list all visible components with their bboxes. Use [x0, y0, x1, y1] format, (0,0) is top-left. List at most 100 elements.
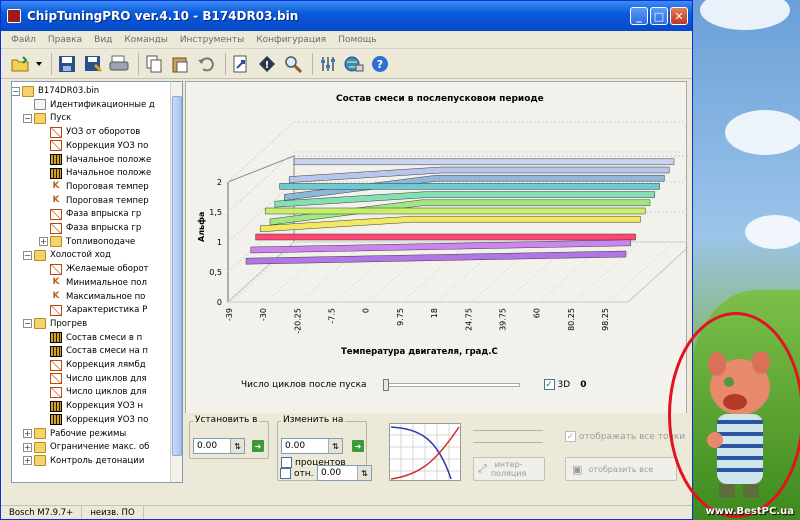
collapse-icon[interactable]: − [12, 86, 20, 96]
tree-scrollbar[interactable] [170, 82, 182, 482]
collapse-icon[interactable]: − [23, 319, 32, 329]
tree-item[interactable]: K Пороговая темпер [50, 194, 149, 208]
relative-checkbox[interactable] [280, 468, 291, 479]
check-3d-label: 3D [557, 379, 571, 390]
y-tick-label: 0,5 [209, 268, 222, 277]
tree-item[interactable]: + Ограничение макс. об [23, 440, 149, 454]
tree-item[interactable]: Желаемые оборот [50, 262, 149, 276]
tree-item[interactable]: Число циклов для [50, 385, 147, 399]
status-ecu: Bosch M7.9.7+ [1, 506, 83, 519]
maximize-button[interactable]: □ [650, 7, 668, 25]
title-bar[interactable]: ChipTuningPRO ver.4.10 - B174DR03.bin _ … [1, 1, 692, 31]
tree-item[interactable]: Состав смеси в п [50, 331, 142, 345]
client-area: − B174DR03.bin Идентификационные д − Пуск УОЗ… [1, 79, 692, 505]
tree-item[interactable]: − B174DR03.bin [12, 84, 99, 98]
apply-set-button[interactable]: ➜ [252, 440, 264, 452]
tree-item-label: Пороговая темпер [66, 195, 149, 206]
tree-item[interactable]: + Контроль детонации [23, 454, 144, 468]
tree-item[interactable]: Число циклов для [50, 372, 147, 386]
expand-icon[interactable]: + [23, 456, 32, 466]
tree-item[interactable]: УОЗ от оборотов [50, 125, 140, 139]
spin-icon[interactable]: ⇅ [328, 439, 342, 453]
info-icon[interactable]: ! [256, 53, 278, 75]
tree-item[interactable]: Фаза впрыска гр [50, 207, 141, 221]
tree-item-label: Коррекция лямбд [66, 360, 146, 370]
help-icon[interactable]: ? [369, 53, 391, 75]
menu-file[interactable]: Файл [5, 35, 42, 45]
constant-icon: K [52, 291, 60, 301]
network-icon[interactable] [343, 53, 365, 75]
expand-icon[interactable]: + [23, 442, 32, 452]
map-2d-icon [50, 386, 62, 398]
copy-icon[interactable] [143, 53, 165, 75]
tree-item[interactable]: + Рабочие режимы [23, 427, 126, 441]
spin-icon[interactable]: ⇅ [230, 439, 244, 453]
tree-item[interactable]: − Холостой ход [23, 248, 111, 262]
interp-sliders[interactable] [473, 427, 543, 449]
tree-item[interactable]: K Минимальное пол [50, 276, 147, 290]
tree-item[interactable]: − Пуск [23, 111, 71, 125]
interpolation-button[interactable]: ⤢ интер- поляция [473, 457, 545, 481]
tree-item[interactable]: Начальное положе [50, 166, 151, 180]
menu-help[interactable]: Помощь [332, 35, 382, 45]
tree-item[interactable]: Состав смеси на п [50, 344, 148, 358]
tree-scroll-thumb[interactable] [172, 96, 182, 456]
dropdown-arrow-icon[interactable] [35, 53, 43, 75]
tree-item-label: Начальное положе [66, 154, 152, 165]
tree-item-label: Прогрев [50, 318, 88, 329]
expand-icon[interactable]: + [39, 237, 48, 247]
set-value-input[interactable]: 0.00 ⇅ [193, 438, 245, 454]
change-value-input[interactable]: 0.00 ⇅ [281, 438, 343, 454]
x-gridline [368, 241, 436, 303]
folder-icon [34, 428, 46, 439]
tree-item[interactable]: Коррекция УОЗ по [50, 413, 148, 427]
cycle-slider-knob[interactable] [382, 378, 389, 391]
search-icon[interactable] [282, 53, 304, 75]
menu-view[interactable]: Вид [88, 35, 118, 45]
paste-icon[interactable] [169, 53, 191, 75]
open-folder-icon[interactable] [9, 53, 31, 75]
apply-change-button[interactable]: ➜ [352, 440, 364, 452]
close-button[interactable]: ✕ [670, 7, 688, 25]
relative-value-input[interactable]: 0.00 ⇅ [317, 465, 372, 481]
tree-item[interactable]: Коррекция УОЗ по [50, 139, 148, 153]
menu-configuration[interactable]: Конфигурация [250, 35, 332, 45]
expand-icon[interactable]: + [23, 429, 32, 438]
save-icon[interactable] [56, 53, 78, 75]
tree-item[interactable]: + Топливоподаче [39, 235, 135, 249]
minimize-button[interactable]: _ [630, 7, 648, 25]
tree-item[interactable]: Коррекция УОЗ н [50, 399, 143, 413]
show-all-button[interactable]: ▣ отобразить все [565, 457, 677, 481]
relative-option[interactable]: отн. [280, 468, 314, 479]
interpolation-label-1: интер- [494, 460, 523, 469]
x-gridline [539, 241, 606, 303]
show-all-points-option[interactable]: ✓ отображать все точки [565, 431, 685, 442]
tree-item[interactable]: K Максимальное по [50, 290, 146, 304]
tree-item[interactable]: Идентификационные д [34, 98, 155, 112]
export-icon[interactable] [230, 53, 252, 75]
cycle-slider[interactable] [382, 378, 520, 391]
tree-item[interactable]: K Пороговая темпер [50, 180, 149, 194]
spin-icon[interactable]: ⇅ [357, 466, 371, 480]
map-2d-icon [50, 222, 62, 234]
tree-item[interactable]: Начальное положе [50, 153, 151, 167]
collapse-icon[interactable]: − [23, 113, 32, 123]
menu-commands[interactable]: Команды [118, 35, 173, 45]
surface-chart[interactable]: 0 0,5 1 1,5 2 -39 -30 -20.25 -7.5 0 9.75 18 24.75 39.… [186, 82, 688, 382]
menu-edit[interactable]: Правка [42, 35, 88, 45]
check-3d-box[interactable]: ✓ [543, 379, 555, 390]
collapse-icon[interactable]: − [23, 250, 32, 260]
undo-icon[interactable] [195, 53, 217, 75]
y-tick-label: 0 [217, 298, 222, 307]
menu-tools[interactable]: Инструменты [174, 35, 250, 45]
folder-icon [34, 455, 46, 467]
settings-icon[interactable] [317, 53, 339, 75]
tree-item[interactable]: Коррекция лямбд [50, 358, 146, 372]
percent-checkbox[interactable] [281, 457, 292, 468]
show-all-points-checkbox[interactable]: ✓ [565, 431, 576, 442]
save-as-icon[interactable] [82, 53, 104, 75]
tree-item[interactable]: − Прогрев [23, 317, 87, 331]
tree-item[interactable]: Фаза впрыска гр [50, 221, 141, 235]
tree-item[interactable]: Характеристика Р [50, 303, 147, 317]
print-icon[interactable] [108, 53, 130, 75]
